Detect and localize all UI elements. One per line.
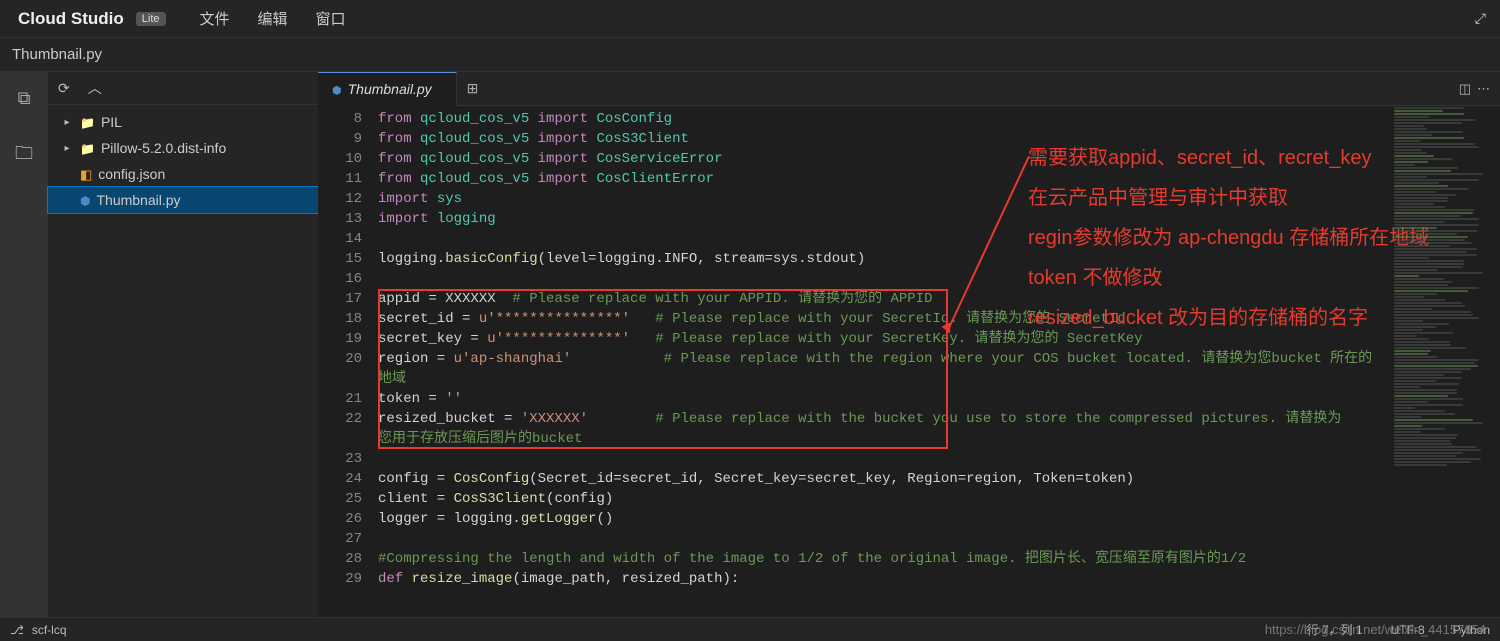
expand-icon[interactable]: ⤢ [1471, 10, 1490, 27]
sidebar: ⟳ ︿ ▸ PIL ▸ Pillow-5.2.0.dist-info config.js… [48, 72, 318, 617]
split-editor-icon[interactable]: ◫ [1459, 81, 1471, 97]
collapse-icon[interactable]: ︿ [88, 78, 102, 98]
folder-icon [80, 140, 95, 156]
code-line[interactable] [378, 529, 1500, 549]
code-line[interactable]: config = CosConfig(Secret_id=secret_id, … [378, 469, 1500, 489]
branch-icon: ⎇ [10, 623, 24, 637]
main: ⧉ 🗀 ⟳ ︿ ▸ PIL ▸ Pillow-5.2.0.dist-info confi… [0, 72, 1500, 617]
structure-icon[interactable]: ⧉ [0, 78, 48, 118]
breadcrumb: Thumbnail.py [0, 38, 1500, 72]
python-icon [332, 81, 342, 97]
tree-item-label: config.json [98, 166, 165, 182]
cursor-position[interactable]: 行 7，列 1 [1307, 621, 1363, 638]
code-line[interactable]: 您用于存放压缩后图片的bucket [378, 429, 1500, 449]
code[interactable]: from qcloud_cos_v5 import CosConfigfrom … [378, 106, 1500, 617]
json-file-icon [80, 166, 92, 183]
branch-name[interactable]: scf-lcq [32, 623, 67, 637]
tree-item-pil[interactable]: ▸ PIL [48, 109, 318, 135]
code-line[interactable]: secret_id = u'***************' # Please … [378, 309, 1500, 329]
code-line[interactable]: 地域 [378, 369, 1500, 389]
menu-edit[interactable]: 编辑 [258, 8, 288, 29]
lite-badge: Lite [136, 12, 166, 26]
code-line[interactable]: from qcloud_cos_v5 import CosS3Client [378, 129, 1500, 149]
tree-item-label: Thumbnail.py [96, 192, 180, 208]
editor-area: Thumbnail.py ⊞ ◫ ⋯ 891011121314151617181… [318, 72, 1500, 617]
code-line[interactable]: logger = logging.getLogger() [378, 509, 1500, 529]
files-icon[interactable]: 🗀 [0, 136, 48, 176]
code-line[interactable]: token = '' [378, 389, 1500, 409]
code-line[interactable]: from qcloud_cos_v5 import CosServiceErro… [378, 149, 1500, 169]
chevron-icon: ▸ [60, 143, 74, 154]
menu-window[interactable]: 窗口 [316, 8, 346, 29]
editor-body[interactable]: 8910111213141516171819202122232425262728… [318, 106, 1500, 617]
tab-label: Thumbnail.py [348, 81, 432, 97]
file-tree: ▸ PIL ▸ Pillow-5.2.0.dist-info config.json Th… [48, 105, 318, 217]
tree-item-label: Pillow-5.2.0.dist-info [101, 140, 226, 156]
language-mode[interactable]: Python [1453, 623, 1490, 637]
tree-item-thumbnail-py[interactable]: Thumbnail.py [48, 187, 318, 213]
folder-icon [80, 114, 95, 130]
code-line[interactable]: appid = XXXXXX # Please replace with you… [378, 289, 1500, 309]
code-line[interactable] [378, 269, 1500, 289]
add-tab-button[interactable]: ⊞ [457, 80, 489, 97]
code-line[interactable]: secret_key = u'**************' # Please … [378, 329, 1500, 349]
code-line[interactable] [378, 449, 1500, 469]
chevron-icon: ▸ [60, 117, 74, 128]
code-line[interactable]: import sys [378, 189, 1500, 209]
code-line[interactable] [378, 229, 1500, 249]
tabs: Thumbnail.py ⊞ ◫ ⋯ [318, 72, 1500, 106]
menu-file[interactable]: 文件 [200, 8, 230, 29]
code-line[interactable]: #Compressing the length and width of the… [378, 549, 1500, 569]
code-line[interactable]: from qcloud_cos_v5 import CosClientError [378, 169, 1500, 189]
main-menu: 文件 编辑 窗口 [200, 8, 346, 29]
refresh-icon[interactable]: ⟳ [58, 80, 70, 97]
code-line[interactable]: from qcloud_cos_v5 import CosConfig [378, 109, 1500, 129]
encoding[interactable]: UTF-8 [1391, 623, 1425, 637]
statusbar: ⎇ scf-lcq 行 7，列 1 UTF-8 Python [0, 617, 1500, 641]
tab-thumbnail[interactable]: Thumbnail.py [318, 72, 457, 106]
titlebar: Cloud Studio Lite 文件 编辑 窗口 ⤢ [0, 0, 1500, 38]
tree-item-label: PIL [101, 114, 122, 130]
code-line[interactable]: client = CosS3Client(config) [378, 489, 1500, 509]
python-file-icon [80, 192, 90, 208]
gutter: 8910111213141516171819202122232425262728… [318, 106, 378, 617]
activity-bar: ⧉ 🗀 [0, 72, 48, 617]
more-icon[interactable]: ⋯ [1477, 81, 1490, 97]
tree-item-config-json[interactable]: config.json [48, 161, 318, 187]
sidebar-header: ⟳ ︿ [48, 72, 318, 105]
code-line[interactable]: resized_bucket = 'XXXXXX' # Please repla… [378, 409, 1500, 429]
code-line[interactable]: region = u'ap-shanghai' # Please replace… [378, 349, 1500, 369]
tree-item-pillow-5-2-0-dist-info[interactable]: ▸ Pillow-5.2.0.dist-info [48, 135, 318, 161]
breadcrumb-file: Thumbnail.py [12, 46, 102, 63]
brand: Cloud Studio [10, 9, 132, 29]
code-line[interactable]: def resize_image(image_path, resized_pat… [378, 569, 1500, 589]
code-line[interactable]: logging.basicConfig(level=logging.INFO, … [378, 249, 1500, 269]
code-line[interactable]: import logging [378, 209, 1500, 229]
